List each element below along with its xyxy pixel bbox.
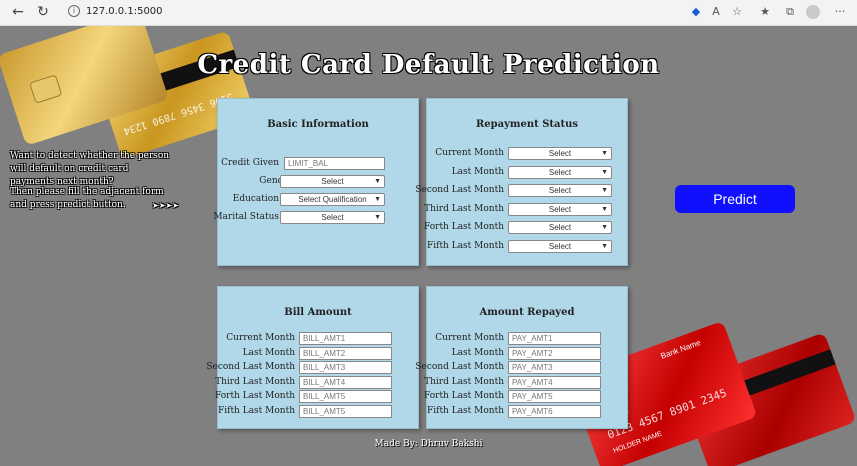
bill-row-label: Last Month: [242, 347, 295, 358]
repaid-row-label: Third Last Month: [424, 376, 504, 387]
repayment-status-panel: Repayment Status Current Month Select ▼ Las…: [415, 98, 628, 266]
extension-icon[interactable]: ◆: [688, 3, 704, 21]
education-label: Education: [232, 194, 279, 204]
back-arrow-icon[interactable]: ←: [8, 3, 28, 21]
repaid-input[interactable]: PAY_AMT3: [508, 361, 601, 374]
marital-status-label: Marital Status: [213, 212, 279, 222]
reload-icon[interactable]: ↻: [33, 3, 53, 21]
bill-row: Fifth Last Month BILL_AMT5: [217, 404, 418, 418]
profile-avatar[interactable]: [806, 5, 820, 19]
repayment-select[interactable]: Select ▼: [508, 202, 612, 216]
address-bar[interactable]: i 127.0.0.1:5000: [68, 3, 163, 21]
bill-row: Current Month BILL_AMT1: [218, 332, 418, 345]
bill-row: Second Last Month BILL_AMT3: [206, 361, 418, 374]
chevron-down-icon: ▼: [374, 178, 381, 185]
repayment-select[interactable]: Select ▼: [508, 184, 612, 197]
repaid-row: Forth Last Month PAY_AMT5: [423, 390, 627, 403]
repayment-row: Last Month Select ▼: [427, 165, 627, 179]
favorites-icon[interactable]: ★: [757, 3, 773, 21]
repayment-row-label: Fifth Last Month: [426, 240, 504, 251]
bill-row: Third Last Month BILL_AMT4: [215, 375, 418, 389]
footer-credit: Made By: Dhruv Bakshi: [374, 439, 483, 449]
bill-row-label: Fifth Last Month: [217, 405, 295, 416]
gender-select[interactable]: Select ▼: [280, 175, 385, 188]
bill-input[interactable]: BILL_AMT3: [299, 361, 392, 374]
bill-input[interactable]: BILL_AMT5: [299, 404, 392, 418]
repayment-row-label: Second Last Month: [415, 185, 504, 195]
repaid-input[interactable]: PAY_AMT1: [508, 332, 601, 345]
instructions-text: Then please fill the adjacent form and p…: [10, 187, 164, 210]
bill-row-label: Forth Last Month: [214, 391, 295, 401]
repayment-row-label: Last Month: [451, 166, 504, 177]
predict-button[interactable]: Predict: [675, 185, 795, 213]
panel-title: Bill Amount: [284, 307, 352, 318]
repaid-input[interactable]: PAY_AMT2: [508, 346, 601, 360]
intro-text: Want to detect whether the person will d…: [10, 151, 170, 187]
bill-amount-panel: Bill Amount Current Month BILL_AMT1 Last M…: [206, 286, 419, 429]
repaid-row-label: Second Last Month: [415, 362, 504, 372]
bill-row: Forth Last Month BILL_AMT5: [214, 390, 418, 403]
repayment-row-label: Current Month: [435, 148, 504, 158]
chevron-down-icon: ▼: [601, 224, 608, 231]
panel-title: Amount Repayed: [479, 307, 575, 318]
credit-given-input[interactable]: LIMIT_BAL: [284, 157, 385, 170]
repaid-input[interactable]: PAY_AMT4: [508, 375, 601, 389]
repaid-row-label: Current Month: [435, 333, 504, 343]
repaid-row: Second Last Month PAY_AMT3: [415, 361, 627, 374]
bill-row-label: Current Month: [226, 333, 295, 343]
bill-row: Last Month BILL_AMT2: [218, 346, 418, 360]
panel-title: Repayment Status: [475, 119, 579, 130]
panel-title: Basic Information: [267, 119, 369, 130]
repayment-row-label: Third Last Month: [424, 203, 504, 214]
info-icon[interactable]: i: [68, 5, 80, 17]
repayment-row-label: Forth Last Month: [423, 222, 504, 232]
repayment-row: Third Last Month Select ▼: [424, 202, 627, 216]
repaid-row: Third Last Month PAY_AMT4: [424, 375, 627, 389]
collections-icon[interactable]: ⧉: [782, 3, 798, 21]
chevron-down-icon: ▼: [601, 187, 608, 194]
amount-repayed-panel: Amount Repayed Current Month PAY_AMT1 Last…: [415, 286, 628, 429]
repaid-row-label: Forth Last Month: [423, 391, 504, 401]
repayment-row: Second Last Month Select ▼: [415, 184, 627, 197]
page-title: Credit Card Default Prediction: [197, 50, 660, 80]
repayment-row: Current Month Select ▼: [427, 147, 627, 160]
repayment-select[interactable]: Select ▼: [508, 221, 612, 234]
bill-input[interactable]: BILL_AMT4: [299, 375, 392, 389]
chevron-down-icon: ▼: [601, 242, 608, 250]
repaid-row: Current Month PAY_AMT1: [427, 332, 627, 345]
chevron-down-icon: ▼: [374, 196, 381, 203]
repaid-row: Fifth Last Month PAY_AMT6: [426, 404, 627, 418]
bill-row-label: Third Last Month: [215, 376, 295, 387]
repayment-row: Fifth Last Month Select ▼: [426, 239, 627, 253]
repaid-input[interactable]: PAY_AMT5: [508, 390, 601, 403]
repayment-select[interactable]: Select ▼: [508, 165, 612, 179]
chevron-down-icon: ▼: [601, 150, 608, 157]
arrows-icon: ➤➤➤➤: [152, 201, 179, 210]
repayment-select[interactable]: Select ▼: [508, 239, 612, 253]
repaid-row-label: Fifth Last Month: [426, 405, 504, 416]
chevron-down-icon: ▼: [601, 168, 608, 176]
bill-row-label: Second Last Month: [206, 362, 295, 372]
bill-input[interactable]: BILL_AMT2: [299, 346, 392, 360]
marital-status-select[interactable]: Select ▼: [280, 211, 385, 224]
repayment-row: Forth Last Month Select ▼: [423, 221, 627, 234]
url-text: 127.0.0.1:5000: [86, 6, 163, 17]
read-aloud-icon[interactable]: A: [708, 3, 724, 21]
favorite-add-icon[interactable]: ☆: [729, 3, 745, 21]
browser-toolbar: ← ↻ i 127.0.0.1:5000 ◆ A ☆ ★ ⧉ ···: [0, 0, 857, 26]
page-body: 5106 3456 7890 1234 Bank Name 0123 4567 …: [0, 26, 857, 466]
repaid-row: Last Month PAY_AMT2: [427, 346, 627, 360]
more-menu-icon[interactable]: ···: [832, 3, 848, 21]
credit-given-label: Credit Given: [221, 158, 279, 168]
repaid-input[interactable]: PAY_AMT6: [508, 404, 601, 418]
bill-input[interactable]: BILL_AMT1: [299, 332, 392, 345]
repaid-row-label: Last Month: [451, 347, 504, 358]
basic-info-panel: Basic Information Credit Given LIMIT_BAL…: [213, 98, 419, 266]
chevron-down-icon: ▼: [374, 214, 381, 221]
card-bank-name: Bank Name: [659, 338, 702, 361]
repayment-select[interactable]: Select ▼: [508, 147, 612, 160]
chevron-down-icon: ▼: [601, 205, 608, 213]
bill-input[interactable]: BILL_AMT5: [299, 390, 392, 403]
education-select[interactable]: Select Qualification ▼: [280, 193, 385, 206]
